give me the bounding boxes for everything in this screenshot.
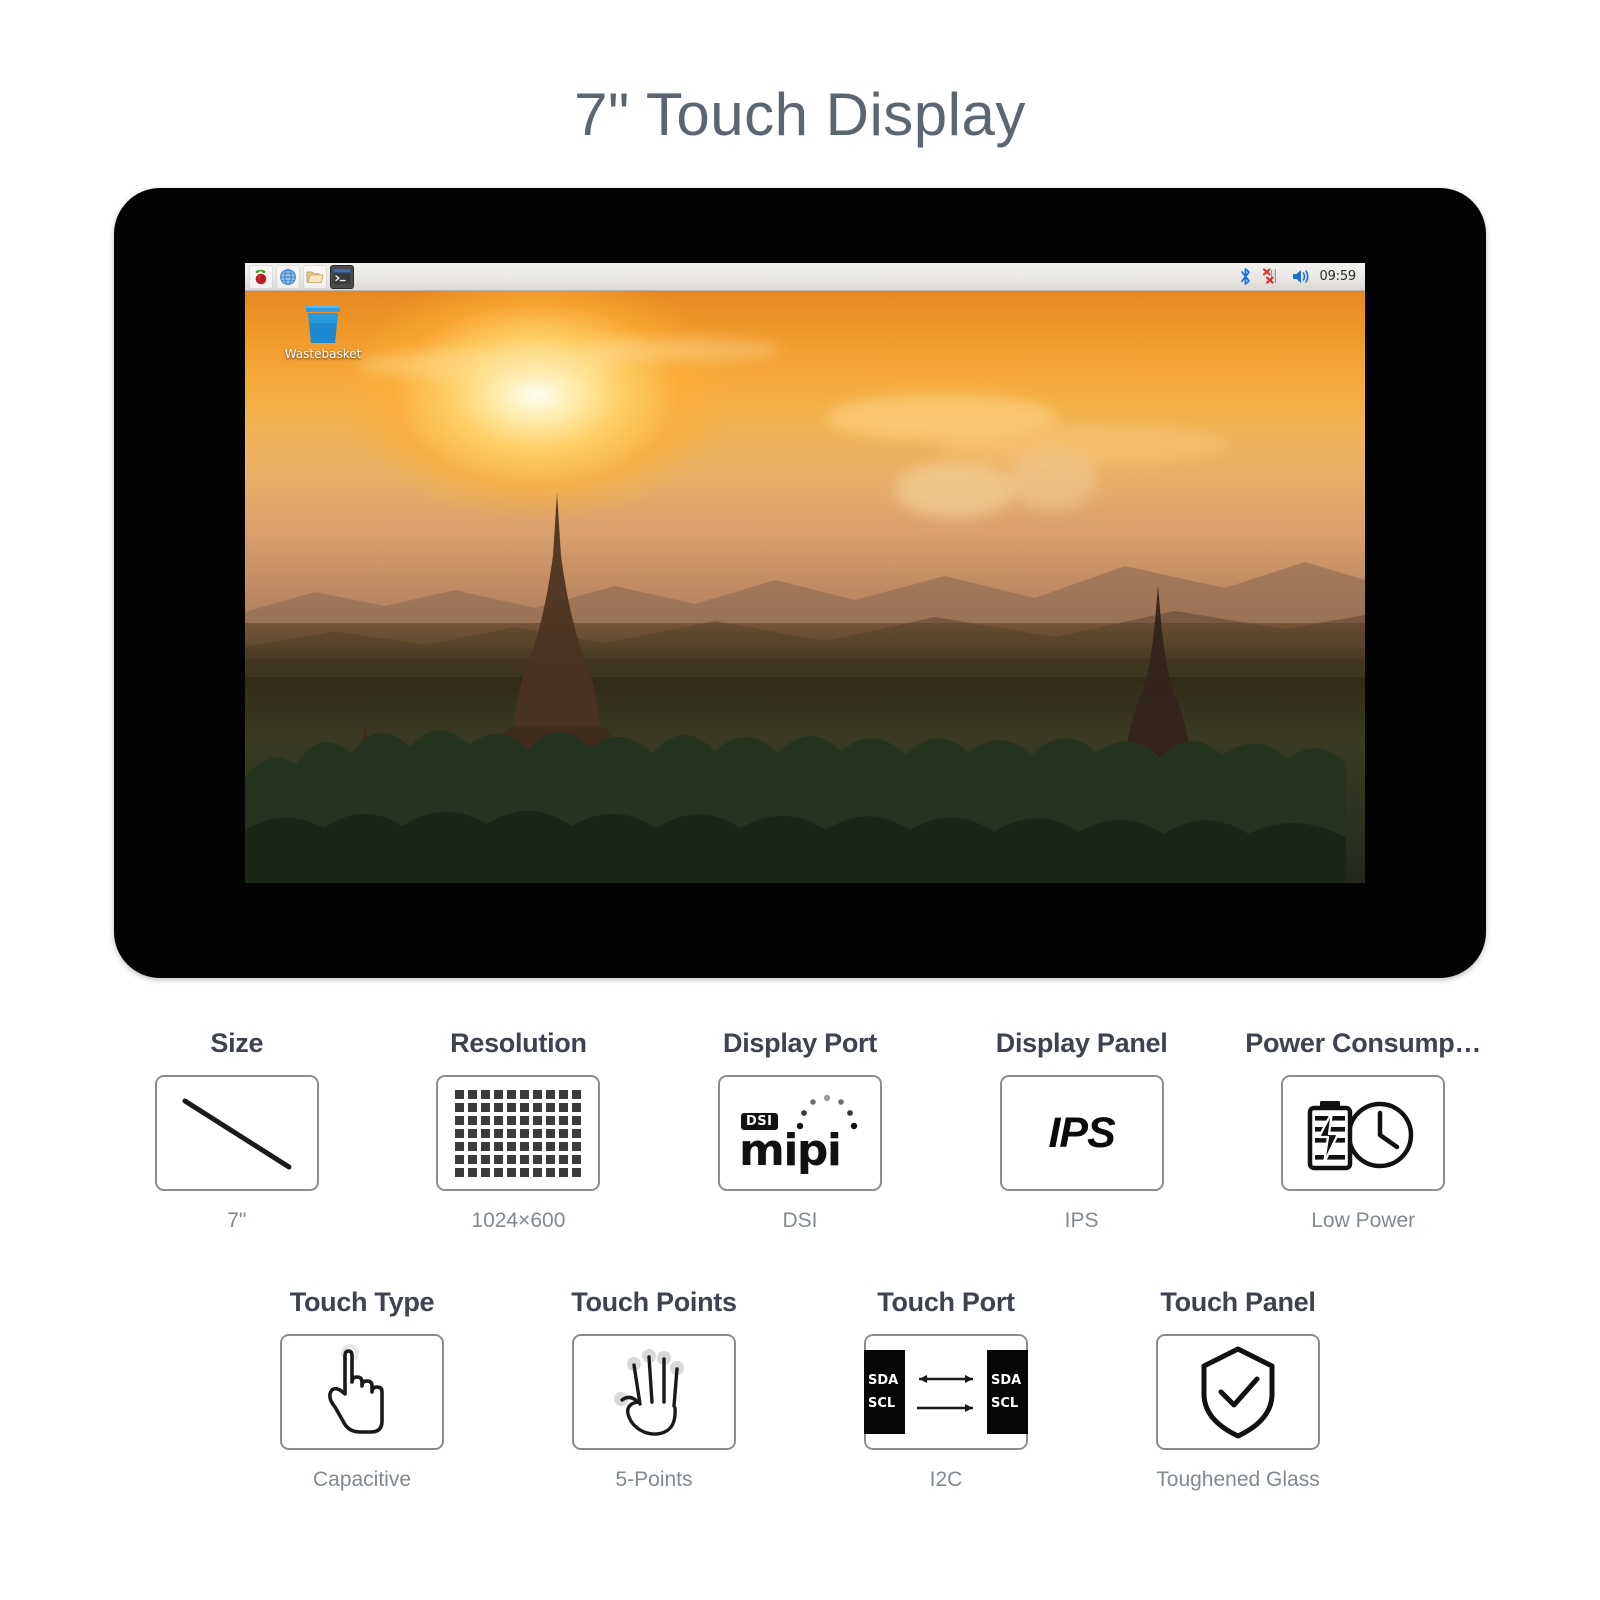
feature-title: Touch Type (289, 1287, 435, 1318)
feature-specs: Size 7" Resolution 1024×600 Display Port… (0, 1028, 1600, 1492)
feature-caption: 1024×600 (471, 1209, 566, 1233)
display-port-icon-box: DSI mipi (718, 1075, 882, 1192)
touch-type-icon-box (280, 1334, 444, 1451)
touch-port-icon-box: SDA SCL SDA SCL (864, 1334, 1028, 1451)
tree-canopy (245, 730, 1347, 884)
feature-title: Touch Panel (1160, 1287, 1316, 1318)
wastebasket-icon (306, 305, 340, 344)
i2c-bus-icon: SDA SCL SDA SCL (864, 1334, 1028, 1451)
i2c-arrows (917, 1375, 973, 1413)
pixel-grid-icon (455, 1089, 582, 1177)
battery-clock-icon (1307, 1101, 1414, 1171)
feature-touch-points: Touch Points 5-Points (508, 1287, 800, 1492)
feature-row-1: Size 7" Resolution 1024×600 Display Port… (96, 1028, 1504, 1233)
feature-caption: I2C (929, 1468, 963, 1492)
display-bezel: Wastebasket 09:59 (114, 188, 1486, 979)
feature-title: Touch Points (571, 1287, 737, 1318)
feature-display-port: Display Port DSI mipi DSI (659, 1028, 941, 1233)
feature-title: Power Consump… (1245, 1028, 1482, 1059)
web-browser-icon[interactable] (276, 264, 300, 289)
i2c-pad-right: SDA SCL (987, 1350, 1028, 1435)
i2c-pin-scl: SCL (991, 1396, 1019, 1412)
open-hand-icon (614, 1349, 684, 1437)
page-title: 7" Touch Display (574, 81, 1026, 149)
bluetooth-icon[interactable] (1238, 267, 1253, 286)
taskbar[interactable]: 09:59 (245, 263, 1365, 292)
touch-panel-icon-box (1156, 1334, 1320, 1451)
feature-caption: 7" (227, 1209, 247, 1233)
shield-check-icon (1201, 1346, 1275, 1439)
device-preview: Wastebasket 09:59 (0, 188, 1600, 979)
taskbar-tray: 09:59 (1238, 267, 1365, 286)
feature-title: Size (210, 1028, 264, 1059)
feature-display-panel: Display Panel IPS IPS (941, 1028, 1223, 1233)
mipi-dsi-logo-icon: DSI mipi (735, 1091, 865, 1175)
desktop-wallpaper (245, 263, 1365, 884)
power-icon-box (1281, 1075, 1446, 1192)
taskbar-clock[interactable]: 09:59 (1320, 269, 1357, 284)
resolution-icon-box (436, 1075, 601, 1192)
i2c-pin-sda: SDA (991, 1373, 1022, 1389)
desktop-icon-wastebasket[interactable]: Wastebasket (277, 303, 369, 361)
feature-caption: Low Power (1311, 1209, 1416, 1233)
feature-title: Resolution (450, 1028, 587, 1059)
file-manager-icon[interactable] (303, 264, 327, 289)
feature-caption: Toughened Glass (1156, 1468, 1320, 1492)
ips-text-icon: IPS (1048, 1108, 1115, 1157)
raspberry-menu-icon[interactable] (249, 264, 273, 289)
feature-touch-port: Touch Port SDA SCL SDA SCL I2C (800, 1287, 1092, 1492)
feature-caption: IPS (1064, 1209, 1099, 1233)
feature-resolution: Resolution 1024×600 (378, 1028, 660, 1233)
feature-title: Display Panel (995, 1028, 1168, 1059)
feature-size: Size 7" (96, 1028, 378, 1233)
feature-caption: Capacitive (312, 1468, 412, 1492)
diagonal-measure-icon (182, 1098, 292, 1170)
pointing-hand-icon (328, 1344, 384, 1435)
size-icon-box (154, 1075, 319, 1192)
feature-row-2: Touch Type Capacitive Touch Points 5-Poi… (96, 1287, 1504, 1492)
feature-touch-type: Touch Type Capacitive (216, 1287, 508, 1492)
display-screen[interactable]: Wastebasket 09:59 (245, 263, 1365, 884)
display-panel-icon-box: IPS (999, 1075, 1164, 1192)
feature-caption: DSI (782, 1209, 818, 1233)
network-disconnected-icon[interactable] (1262, 267, 1282, 286)
feature-title: Display Port (723, 1028, 877, 1059)
taskbar-launchers (245, 264, 354, 289)
i2c-pad-left: SDA SCL (864, 1350, 905, 1435)
i2c-pin-sda: SDA (868, 1373, 899, 1389)
feature-touch-panel: Touch Panel Toughened Glass (1092, 1287, 1384, 1492)
i2c-pin-scl: SCL (868, 1396, 896, 1412)
mipi-wordmark: mipi (739, 1125, 842, 1177)
desktop-icon-label: Wastebasket (284, 347, 362, 362)
feature-title: Touch Port (877, 1287, 1015, 1318)
feature-caption: 5-Points (615, 1468, 693, 1492)
terminal-icon[interactable] (330, 264, 354, 289)
volume-icon[interactable] (1291, 268, 1311, 285)
feature-power-consumption: Power Consump… Low Power (1222, 1028, 1504, 1233)
dsi-badge: DSI (741, 1113, 778, 1131)
touch-points-icon-box (572, 1334, 736, 1451)
